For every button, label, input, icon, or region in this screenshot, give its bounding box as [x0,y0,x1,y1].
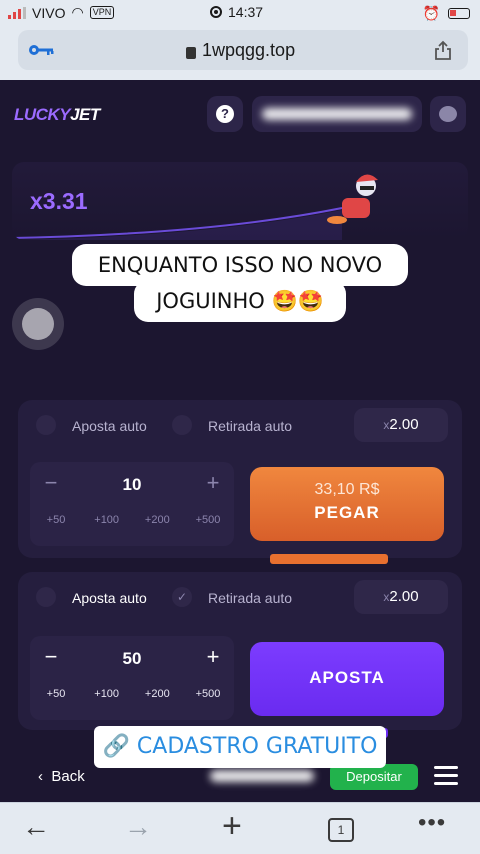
quick-amounts: +50 +100 +200 +500 [34,688,230,700]
key-icon[interactable] [28,44,54,56]
browser-toolbar: 1wpqgg.top [0,24,480,80]
quick-add-button[interactable]: +50 [34,514,78,526]
balance-display[interactable] [252,96,422,132]
address-bar[interactable]: 1wpqgg.top [18,30,468,70]
stake-value[interactable]: 10 [70,475,194,495]
game-canvas: x3.31 [12,162,468,240]
button-shadow [270,554,388,564]
auto-bet-toggle[interactable] [36,415,56,435]
clock: 14:37 [228,4,264,20]
new-tab-icon[interactable]: + [222,807,242,846]
alarm-icon: ⏰ [422,5,440,21]
cashout-amount: 33,10 R$ [314,481,380,498]
cashout-button[interactable]: 33,10 R$ PEGAR [250,467,444,541]
auto-cashout-label: Retirada auto [208,590,293,606]
share-icon[interactable] [434,40,452,60]
url-text: 1wpqgg.top [202,40,296,60]
blurred-text [210,770,314,782]
carrier-label: VIVO [32,4,66,21]
lock-icon [186,46,196,59]
screen-record-icon [210,6,222,18]
link-icon: 🔗 [102,734,130,759]
quick-add-button[interactable]: +200 [135,514,179,526]
blurred-balance [262,108,412,120]
help-button[interactable]: ? [207,96,243,132]
cashout-label: PEGAR [314,503,380,522]
assistive-touch-button[interactable] [12,298,64,350]
wifi-icon: ◠ [71,4,84,20]
more-icon[interactable]: ••• [418,809,446,837]
battery-icon [448,8,470,19]
forward-arrow-icon[interactable]: → [124,811,152,843]
game-app: LUCKYJET ? x3.31 ENQUANTO ISSO NO NOVO J… [0,80,480,802]
cashout-multiplier-input[interactable]: x2.00 [354,408,448,442]
quick-add-button[interactable]: +100 [85,688,129,700]
quick-add-button[interactable]: +200 [135,688,179,700]
bet-label: APOSTA [309,668,385,687]
rocket-character-icon [327,174,378,224]
stake-control: − 50 + +50 +100 +200 +500 [30,636,234,720]
menu-icon[interactable] [434,766,458,786]
stake-minus-button[interactable]: − [36,644,66,670]
stake-value[interactable]: 50 [70,649,194,669]
chat-icon [439,106,457,122]
auto-bet-toggle[interactable] [36,587,56,607]
bet-panel-2: Aposta auto ✓ Retirada auto x2.00 − 50 +… [18,572,462,730]
chat-button[interactable] [430,96,466,132]
quick-amounts: +50 +100 +200 +500 [34,514,230,526]
free-signup-link[interactable]: 🔗 CADASTRO GRATUITO [94,726,386,768]
bet-button[interactable]: APOSTA [250,642,444,716]
overlay-caption-line2: JOGUINHO 🤩🤩 [134,280,346,322]
stake-plus-button[interactable]: + [198,644,228,670]
quick-add-button[interactable]: +50 [34,688,78,700]
stake-plus-button[interactable]: + [198,470,228,496]
quick-add-button[interactable]: +500 [186,688,230,700]
quick-add-button[interactable]: +100 [85,514,129,526]
vpn-badge: VPN [89,6,115,19]
cashout-multiplier-input[interactable]: x2.00 [354,580,448,614]
check-icon[interactable]: ✓ [172,587,192,607]
stake-control: − 10 + +50 +100 +200 +500 [30,462,234,546]
auto-cashout-toggle[interactable] [172,415,192,435]
status-bar: VIVO ◠ VPN 14:37 ⏰ [0,0,480,24]
auto-bet-label: Aposta auto [72,590,147,606]
multiplier-display: x3.31 [30,188,88,214]
quick-add-button[interactable]: +500 [186,514,230,526]
auto-bet-label: Aposta auto [72,418,147,434]
signal-icon [8,6,26,19]
stake-minus-button[interactable]: − [36,470,66,496]
back-arrow-icon[interactable]: ← [22,811,50,843]
auto-cashout-label: Retirada auto [208,418,293,434]
bet-panel-1: Aposta auto Retirada auto x2.00 − 10 + +… [18,400,462,558]
tab-count-button[interactable]: 1 [328,818,354,842]
back-button[interactable]: ‹ Back [38,768,85,785]
question-icon: ? [216,105,234,123]
browser-bottom-bar: ← → + 1 ••• [0,802,480,854]
lucky-jet-logo: LUCKYJET [14,105,100,124]
